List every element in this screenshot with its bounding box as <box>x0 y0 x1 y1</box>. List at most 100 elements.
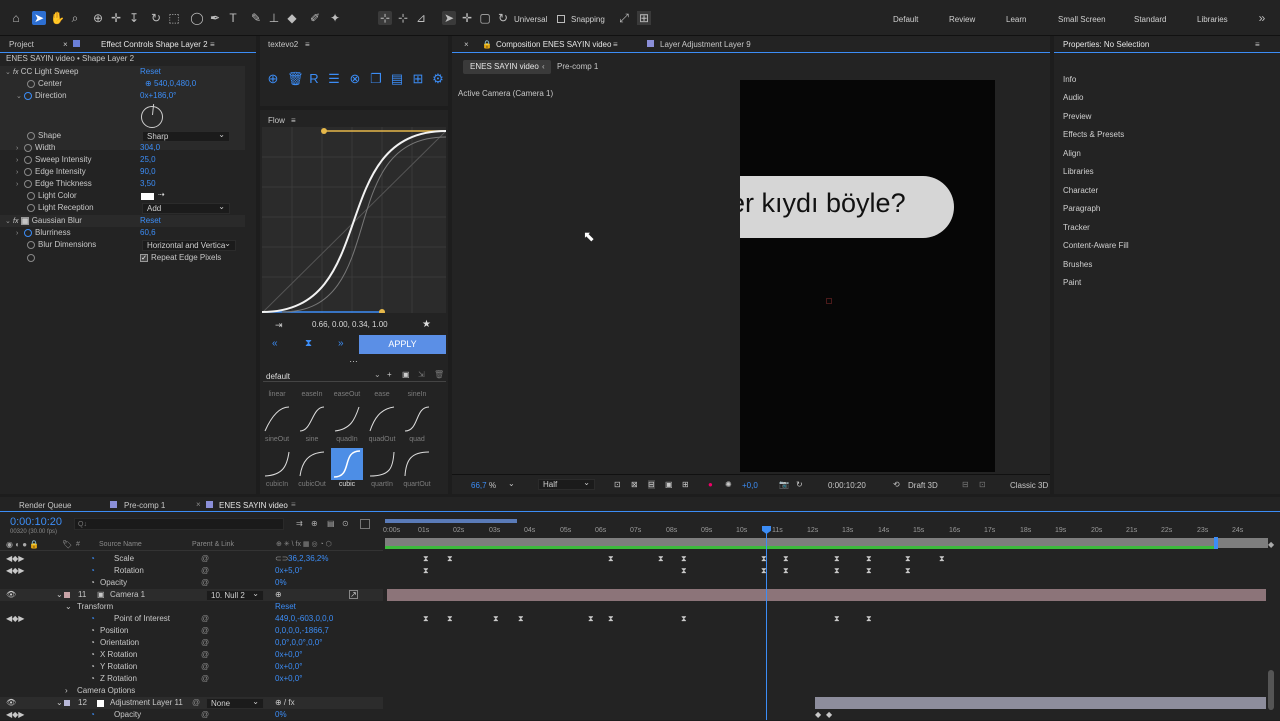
tab-render-queue[interactable]: Render Queue <box>19 501 71 510</box>
keyframe[interactable]: ⧗ <box>681 555 687 563</box>
flow-menu-icon[interactable]: ≡ <box>291 116 296 125</box>
region-of-interest-icon[interactable]: ▣ <box>665 480 673 489</box>
textevo-add-icon[interactable]: ⊕ <box>266 70 280 88</box>
motion-blur-icon[interactable]: ▤ <box>327 519 335 528</box>
textevo-grid-icon[interactable]: ⊞ <box>411 70 425 88</box>
comp-close-icon[interactable]: × <box>464 40 469 49</box>
textevo-list-icon[interactable]: ☰ <box>327 70 341 88</box>
panel-info[interactable]: Info <box>1063 75 1076 84</box>
layer-row-camera[interactable]: 👁⌄11▣Camera 110. Null 2⊕↗ <box>0 589 383 601</box>
flow-more-icon[interactable]: … <box>349 354 358 364</box>
workspace-review[interactable]: Review <box>949 15 975 24</box>
timeline-zoom-icon[interactable]: ◆ <box>1268 540 1274 549</box>
flow-import-icon[interactable]: ⇥ <box>275 320 283 331</box>
eraser-tool-icon[interactable]: ◆ <box>285 11 299 25</box>
keyframe[interactable]: ◆ <box>815 711 821 719</box>
timeline-search-input[interactable] <box>74 518 284 530</box>
preset-quadin-icon[interactable] <box>333 405 361 433</box>
transparency-grid-icon[interactable]: ⊠ <box>631 480 638 489</box>
3d-ground-icon[interactable]: ⊟ <box>962 480 969 489</box>
keyframe[interactable]: ⧗ <box>834 567 840 575</box>
grid-guides-icon[interactable]: ⊞ <box>682 480 689 489</box>
axis-world-icon[interactable]: ⊹ <box>396 11 410 25</box>
workspace-small-screen[interactable]: Small Screen <box>1058 15 1106 24</box>
keyframe[interactable]: ⧗ <box>783 567 789 575</box>
flow-graph[interactable] <box>261 127 447 315</box>
hand-tool-icon[interactable]: ✋ <box>50 11 65 25</box>
flow-prev-icon[interactable]: « <box>272 338 278 349</box>
axis-local-icon[interactable]: ⊹ <box>378 11 392 25</box>
keyframe[interactable]: ⧗ <box>783 555 789 563</box>
3d-rotate-icon[interactable]: ↻ <box>496 11 510 25</box>
panel-paragraph[interactable]: Paragraph <box>1063 204 1100 213</box>
zoom-value[interactable]: 66,7 <box>471 481 487 490</box>
work-area-end-handle[interactable] <box>1214 537 1218 549</box>
repeat-edge-pixels[interactable]: ✓ Repeat Edge Pixels <box>140 252 221 264</box>
properties-menu-icon[interactable]: ≡ <box>1255 40 1260 49</box>
orbit-tool-icon[interactable]: ⊕ <box>91 11 105 25</box>
blur-dimensions-dropdown[interactable]: Horizontal and Vertica <box>142 239 236 251</box>
work-area-bar[interactable] <box>385 519 517 523</box>
preset-sine-icon[interactable] <box>298 405 326 433</box>
snap-options-icon[interactable]: ⤢ <box>617 11 631 25</box>
workspace-default[interactable]: Default <box>893 15 918 24</box>
keyframe[interactable]: ⧗ <box>423 567 429 575</box>
textevo-delete-icon[interactable]: 🗑 <box>287 70 304 88</box>
preset-quartout-icon[interactable] <box>403 450 431 478</box>
layer-prop-row[interactable]: ◔ Orientation @0,0°,0,0°,0,0° <box>0 637 383 649</box>
layer-row-adjustment[interactable]: 👁⌄12Adjustment Layer 11@None⊕ / fx <box>0 697 383 709</box>
workspace-overflow-icon[interactable]: » <box>1255 11 1269 25</box>
panel-content-aware-fill[interactable]: Content-Aware Fill <box>1063 241 1129 250</box>
3d-scale-icon[interactable]: ▢ <box>478 11 492 25</box>
layer-prop-row[interactable]: ◔ Position @0,0,0,0,-1866,7 <box>0 625 383 637</box>
breadcrumb-next[interactable]: Pre-comp 1 <box>557 60 598 74</box>
rotate-tool-icon[interactable]: ↻ <box>149 11 163 25</box>
universal-label[interactable]: Universal <box>514 15 547 24</box>
type-tool-icon[interactable]: T <box>226 11 240 25</box>
shy-icon[interactable]: ⇉ <box>296 519 303 528</box>
preset-cubicin-icon[interactable] <box>263 450 291 478</box>
timeline-timecode[interactable]: 0:00:10:20 <box>10 516 62 528</box>
panel-brushes[interactable]: Brushes <box>1063 260 1092 269</box>
comp-menu-icon[interactable]: ≡ <box>613 40 618 49</box>
composition-tab[interactable]: Composition ENES SAYIN video <box>496 40 611 49</box>
playhead-line[interactable] <box>766 527 767 720</box>
keyframe[interactable]: ⧗ <box>588 615 594 623</box>
layer-prop-row[interactable]: ◀◆▶ ◔ Point of Interest @449,0,-603,0,0,0 <box>0 613 383 625</box>
direction-value[interactable]: 0x+186,0° <box>140 90 176 102</box>
panel-preview[interactable]: Preview <box>1063 112 1091 121</box>
workspace-libraries[interactable]: Libraries <box>1197 15 1228 24</box>
layer-prop-row[interactable]: ◀◆▶ ◔ Scale @ ⊂⊃ 36,2,36,2% <box>0 553 383 565</box>
keyframe[interactable]: ⧗ <box>608 555 614 563</box>
textevo-paste-icon[interactable]: ▤ <box>390 70 404 88</box>
panel-character[interactable]: Character <box>1063 186 1098 195</box>
shape-dropdown[interactable]: Sharp <box>142 130 230 142</box>
preset-sineout-icon[interactable] <box>263 405 291 433</box>
adjustment-layer-bar[interactable] <box>815 697 1266 709</box>
ellipse-tool-icon[interactable]: ◯ <box>190 11 204 25</box>
sweep-intensity-value[interactable]: 25,0 <box>140 154 156 166</box>
direction-dial[interactable] <box>141 104 163 128</box>
viewer-canvas[interactable]: er kıydı böyle? <box>740 80 995 472</box>
layer-prop-row[interactable]: ◀◆▶ ◔ Opacity @0% <box>0 709 383 721</box>
keyframe[interactable]: ⧗ <box>608 615 614 623</box>
preset-set-name[interactable]: default <box>266 372 290 381</box>
exposure-reset-icon[interactable]: ✺ <box>725 480 732 489</box>
close-tab-icon[interactable]: × <box>63 40 68 49</box>
keyframe[interactable]: ⧗ <box>905 567 911 575</box>
light-reception-dropdown[interactable]: Add <box>142 202 230 214</box>
preset-cubicout-icon[interactable] <box>298 450 326 478</box>
blurriness-value[interactable]: 60,6 <box>140 227 156 239</box>
axis-view-icon[interactable]: ⊿ <box>414 11 428 25</box>
frame-blend-icon[interactable]: ⊕ <box>311 519 318 528</box>
home-icon[interactable]: ⌂ <box>9 11 23 25</box>
gaussian-blur-header[interactable]: ⌄ fx ▦ Gaussian Blur <box>5 215 82 227</box>
preset-quadout-icon[interactable] <box>368 405 396 433</box>
bezier-values[interactable]: 0.66, 0.00, 0.34, 1.00 <box>312 320 388 329</box>
keyframe[interactable]: ⧗ <box>658 555 664 563</box>
effect-controls-tab[interactable]: Effect Controls Shape Layer 2 <box>101 40 208 49</box>
layer-prop-row[interactable]: ◔ Opacity @0% <box>0 577 383 589</box>
width-value[interactable]: 304,0 <box>140 142 160 154</box>
workspace-learn[interactable]: Learn <box>1006 15 1026 24</box>
textevo-menu-icon[interactable]: ≡ <box>305 40 310 49</box>
